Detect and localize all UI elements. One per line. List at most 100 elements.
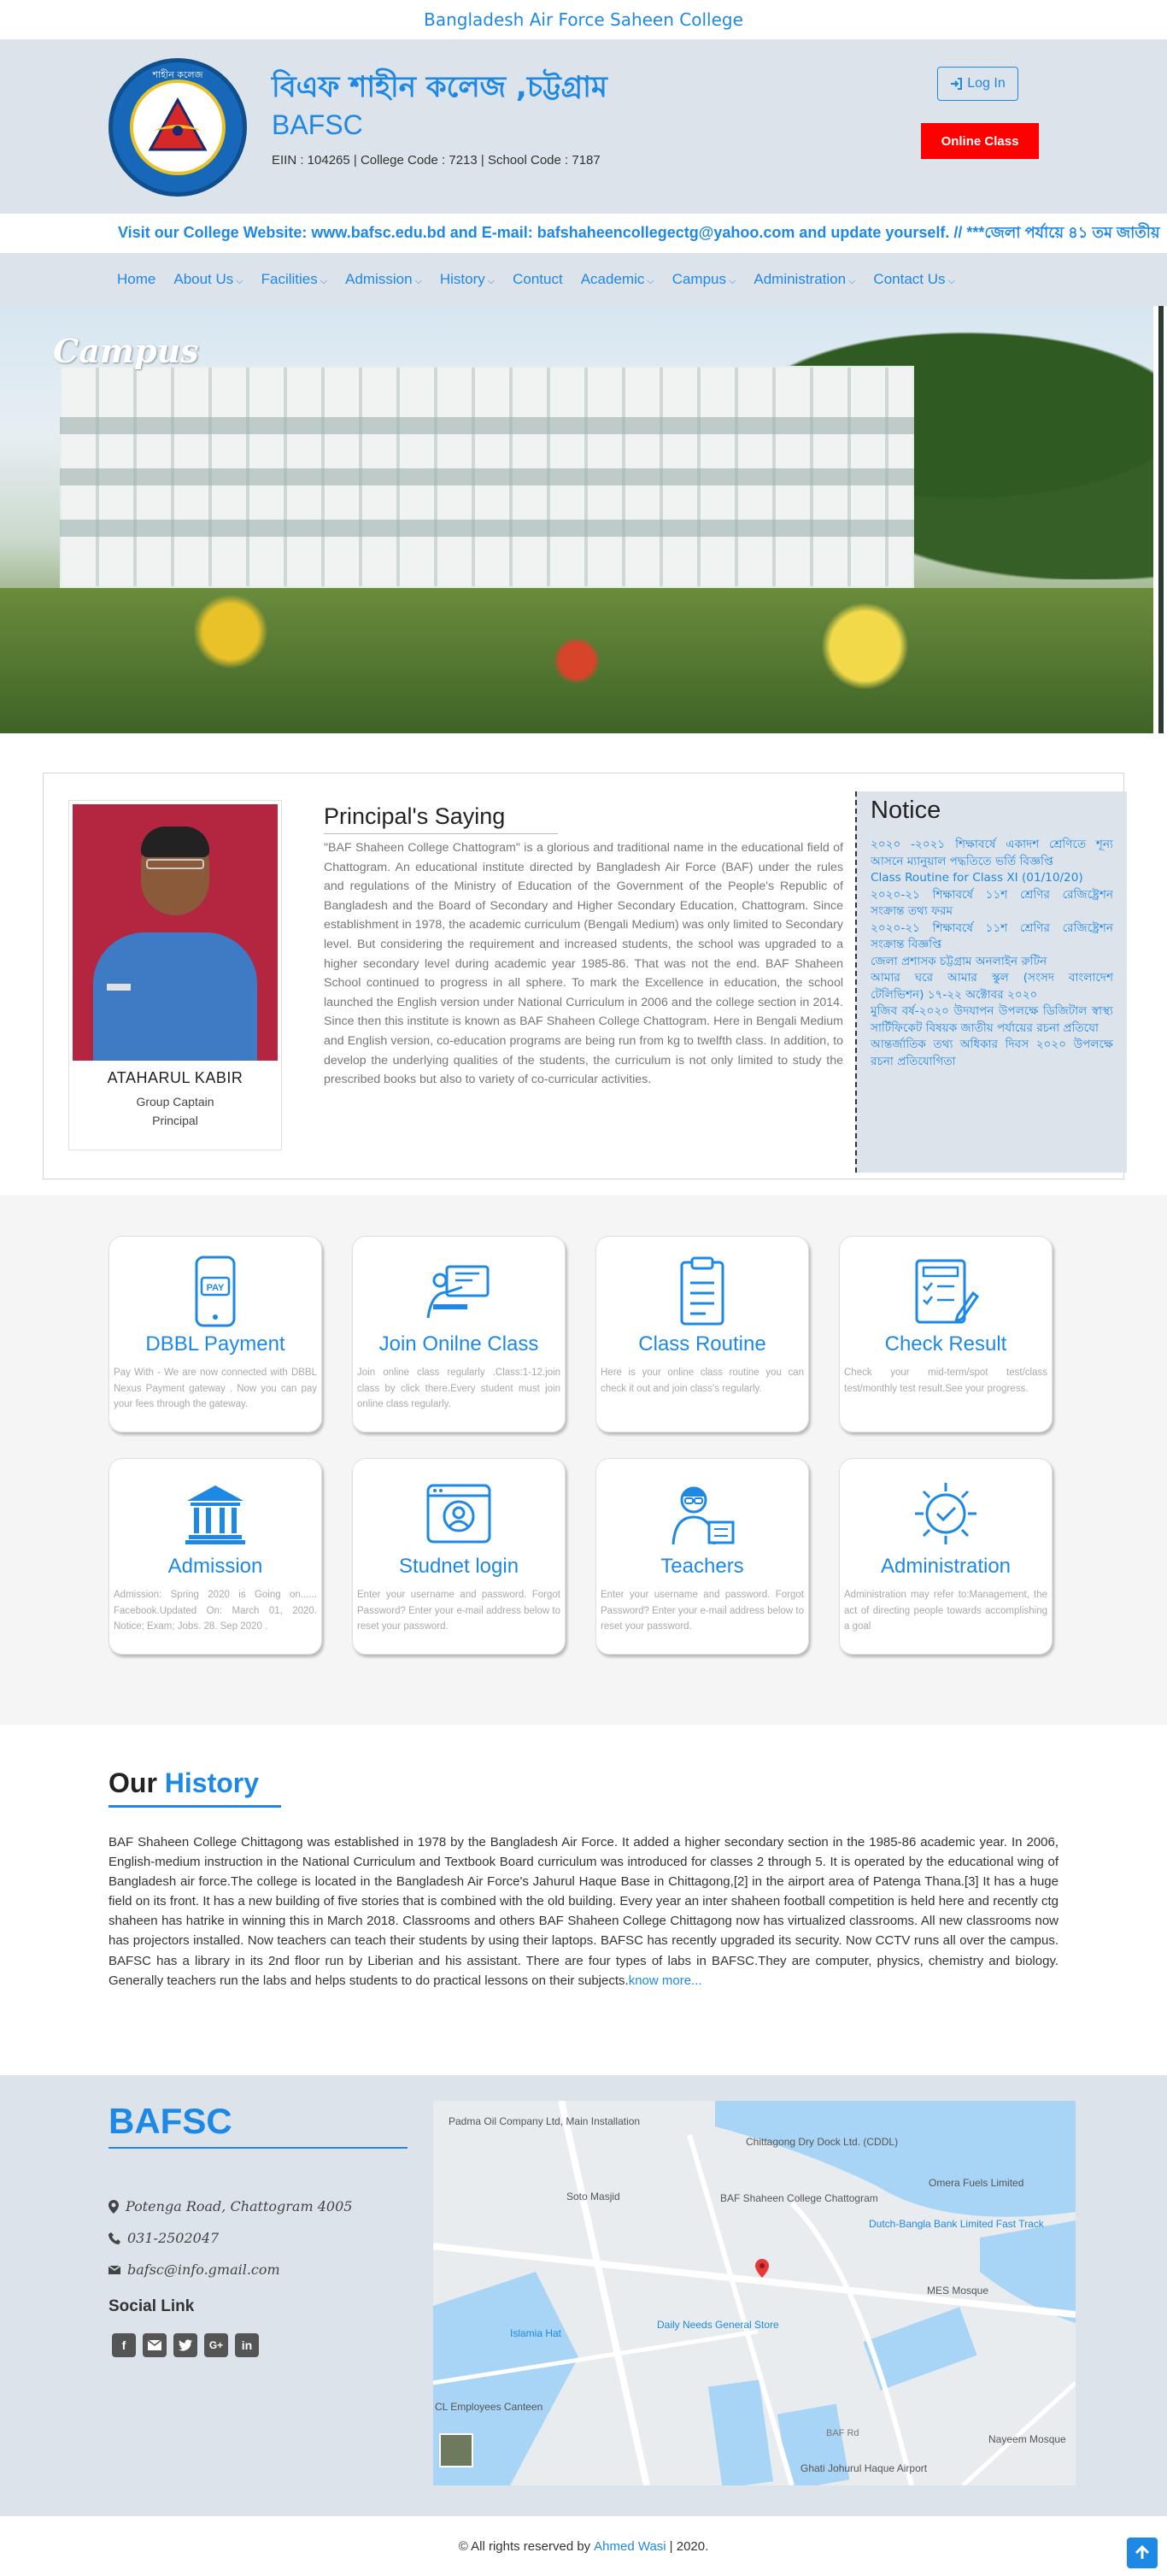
nav-label: Academic bbox=[580, 271, 645, 287]
history-heading-b: History bbox=[164, 1767, 260, 1798]
nav-item-history[interactable]: History ⌵ bbox=[440, 271, 495, 288]
logo-wings-icon bbox=[148, 97, 208, 151]
nav-item-about-us[interactable]: About Us ⌵ bbox=[173, 271, 243, 288]
history-heading: Our History bbox=[108, 1767, 259, 1799]
nav-label: Contuct bbox=[513, 271, 563, 287]
service-card-dbbl-payment[interactable]: PAY DBBL Payment Pay With - We are now c… bbox=[108, 1236, 322, 1432]
history-heading-a: Our bbox=[108, 1767, 157, 1798]
footer-email: bafsc@info.gmail.com bbox=[108, 2261, 280, 2278]
map-marker-icon bbox=[108, 2199, 119, 2214]
sign-in-icon bbox=[951, 78, 963, 90]
announcement-marquee: Visit our College Website: www.bafsc.edu… bbox=[0, 214, 1167, 253]
footer-phone: 031-2502047 bbox=[108, 2230, 219, 2246]
service-card-check-result[interactable]: Check Result Check your mid-term/spot te… bbox=[839, 1236, 1053, 1432]
service-card-student-login[interactable]: Studnet login Enter your username and pa… bbox=[352, 1458, 566, 1655]
map-label-canteen: CL Employees Canteen bbox=[435, 2401, 542, 2413]
notice-item[interactable]: ২০২০ -২০২১ শিক্ষাবর্ষে একাদশ শ্রেণিতে শূ… bbox=[871, 837, 1113, 870]
map-label-omera: Omera Fuels Limited bbox=[929, 2177, 1023, 2189]
map-label-daily: Daily Needs General Store bbox=[657, 2319, 779, 2331]
notice-item[interactable]: আমার ঘরে আমার স্কুল (সংসদ বাংলাদেশ টেলিভ… bbox=[871, 970, 1113, 1003]
service-card-teachers[interactable]: Teachers Enter your username and passwor… bbox=[595, 1458, 809, 1655]
chevron-down-icon: ⌵ bbox=[414, 276, 422, 286]
email-icon[interactable] bbox=[143, 2333, 167, 2357]
nav-item-admission[interactable]: Admission ⌵ bbox=[345, 271, 422, 288]
online-class-button[interactable]: Online Class bbox=[921, 123, 1039, 159]
campus-hero-image: Campus bbox=[0, 306, 1167, 733]
service-desc: Here is your online class routine you ca… bbox=[601, 1367, 804, 1394]
college-codes: EIIN : 104265 | College Code : 7213 | Sc… bbox=[272, 153, 601, 168]
history-section: Our History BAF Shaheen College Chittago… bbox=[0, 1725, 1167, 2075]
author-link[interactable]: Ahmed Wasi bbox=[594, 2539, 666, 2554]
map-label-dutch: Dutch-Bangla Bank Limited Fast Track bbox=[869, 2218, 1045, 2230]
service-title: Admission bbox=[167, 1555, 263, 1578]
map-canvas[interactable]: Padma Oil Company Ltd, Main Installation… bbox=[433, 2101, 1076, 2485]
nav-label: Campus bbox=[671, 271, 727, 287]
chevron-down-icon: ⌵ bbox=[729, 276, 736, 286]
location-map[interactable]: Padma Oil Company Ltd, Main Installation… bbox=[433, 2101, 1076, 2485]
satellite-toggle[interactable] bbox=[439, 2433, 473, 2467]
nav-label: About Us bbox=[173, 271, 234, 287]
notice-item[interactable]: ২০২০-২১ শিক্ষাবর্ষে ১১শ শ্রেণির রেজিষ্ট্… bbox=[871, 887, 1113, 920]
notice-item[interactable]: Class Routine for Class XI (01/10/20) bbox=[871, 870, 1113, 887]
twitter-icon[interactable] bbox=[173, 2333, 197, 2357]
service-card-class-routine[interactable]: Class Routine Here is your online class … bbox=[595, 1236, 809, 1432]
notice-item[interactable]: মুজিব বর্ষ-২০২০ উদযাপন উপলক্ষে ডিজিটাল স… bbox=[871, 1003, 1113, 1037]
map-label-islamia: Islamia Hat bbox=[510, 2327, 562, 2339]
nav-label: Facilities bbox=[261, 271, 318, 287]
chevron-down-icon: ⌵ bbox=[947, 276, 955, 286]
service-card-online-class[interactable]: Join Onilne Class Join online class regu… bbox=[352, 1236, 566, 1432]
nav-item-contact-us[interactable]: Contact Us ⌵ bbox=[873, 271, 954, 288]
header: শাহীন কলেজ বিএফ শাহীন কলেজ ,চট্টগ্রাম BA… bbox=[0, 39, 1167, 214]
notice-item[interactable]: জেলা প্রশাসক চট্টগ্রাম অনলাইন রুটিন bbox=[871, 954, 1113, 971]
svg-text:PAY: PAY bbox=[207, 1283, 225, 1293]
logo-text: শাহীন কলেজ bbox=[152, 69, 203, 80]
nav-item-campus[interactable]: Campus ⌵ bbox=[672, 271, 736, 288]
map-label-padma: Padma Oil Company Ltd, Main Installation bbox=[449, 2115, 640, 2127]
nav-item-academic[interactable]: Academic ⌵ bbox=[581, 271, 654, 288]
college-name-bn: বিএফ শাহীন কলেজ ,চট্টগ্রাম bbox=[272, 70, 607, 104]
student-login-icon bbox=[353, 1476, 565, 1551]
service-title: Check Result bbox=[884, 1332, 1007, 1356]
map-label-soto: Soto Masjid bbox=[566, 2191, 620, 2203]
chevron-down-icon: ⌵ bbox=[487, 276, 496, 286]
nav-label: Home bbox=[117, 271, 156, 287]
site-title[interactable]: Bangladesh Air Force Saheen College bbox=[424, 9, 743, 30]
service-card-administration[interactable]: Administration Administration may refer … bbox=[839, 1458, 1053, 1655]
clipboard-icon bbox=[596, 1254, 808, 1329]
google-plus-icon[interactable]: G+ bbox=[204, 2333, 228, 2357]
nav-item-contuct[interactable]: Contuct bbox=[513, 271, 563, 288]
hero-windows bbox=[60, 383, 914, 554]
service-desc: Join online class regularly .Class:1-12.… bbox=[357, 1367, 560, 1409]
map-label-mes: MES Mosque bbox=[927, 2285, 988, 2297]
pay-phone-icon: PAY bbox=[109, 1254, 321, 1329]
nav-item-facilities[interactable]: Facilities ⌵ bbox=[261, 271, 327, 288]
map-label-college: BAF Shaheen College Chattogram bbox=[720, 2192, 878, 2204]
know-more-link[interactable]: know more... bbox=[629, 1973, 702, 1988]
linkedin-icon[interactable]: in bbox=[235, 2333, 259, 2357]
service-desc: Check your mid-term/spot test/class test… bbox=[844, 1367, 1047, 1394]
back-to-top-button[interactable] bbox=[1127, 2538, 1158, 2568]
principal-rank: Group Captain bbox=[136, 1095, 214, 1109]
notice-item[interactable]: ২০২০-২১ শিক্ষাবর্ষে ১১শ শ্রেণির রেজিষ্ট্… bbox=[871, 920, 1113, 954]
divider bbox=[108, 2147, 408, 2149]
service-title: Class Routine bbox=[638, 1332, 766, 1356]
nav-item-home[interactable]: Home bbox=[117, 271, 155, 288]
college-logo[interactable]: শাহীন কলেজ bbox=[108, 58, 247, 197]
copyright-prefix: © All rights reserved by bbox=[458, 2538, 591, 2554]
copyright-bar: © All rights reserved by Ahmed Wasi | 20… bbox=[0, 2516, 1167, 2576]
logo-emblem bbox=[130, 79, 226, 175]
principal-name: ATAHARUL KABIR bbox=[107, 1069, 243, 1086]
notice-item[interactable]: আন্তর্জাতিক তথ্য অধিকার দিবস ২০২০ উপলক্ষ… bbox=[871, 1037, 1113, 1070]
service-title: Studnet login bbox=[398, 1555, 519, 1578]
map-label-airport: Ghati Johurul Haque Airport bbox=[800, 2462, 928, 2474]
arrow-up-icon bbox=[1135, 2545, 1150, 2559]
service-desc: Administration may refer to:Management, … bbox=[844, 1590, 1047, 1632]
hero-caption: Campus bbox=[53, 332, 199, 370]
service-card-admission[interactable]: Admission Admission: Spring 2020 is Goin… bbox=[108, 1458, 322, 1655]
topbar: Bangladesh Air Force Saheen College bbox=[0, 0, 1167, 39]
nav-item-administration[interactable]: Administration ⌵ bbox=[754, 271, 855, 288]
facebook-icon[interactable]: f bbox=[112, 2333, 136, 2357]
divider bbox=[108, 1805, 281, 1808]
login-button[interactable]: Log In bbox=[937, 67, 1018, 101]
principal-card: ATAHARUL KABIR Group Captain Principal bbox=[68, 800, 282, 1150]
